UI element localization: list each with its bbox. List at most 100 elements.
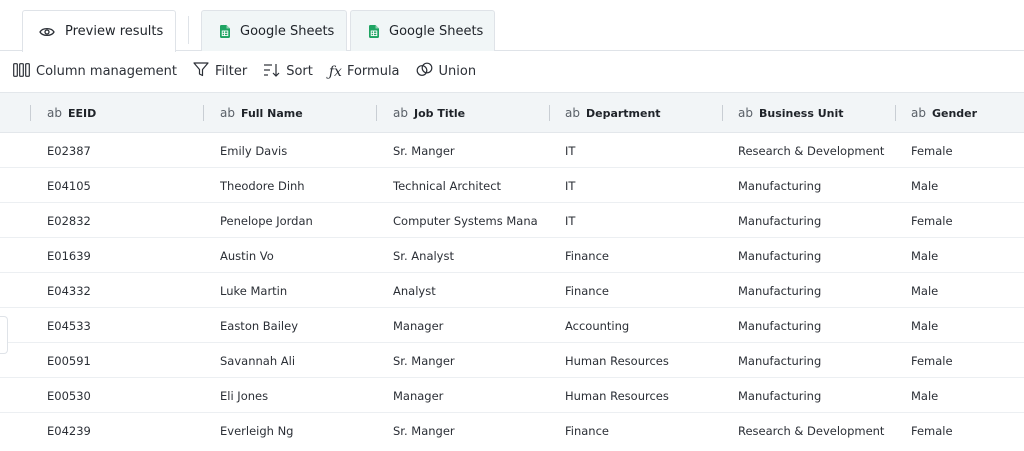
table-cell[interactable]: Emily Davis: [220, 133, 370, 168]
text-type-icon: ab: [393, 106, 408, 120]
google-sheets-icon: [369, 24, 379, 38]
table-cell[interactable]: Research & Development: [738, 413, 888, 448]
table-cell[interactable]: Manufacturing: [738, 308, 888, 343]
tab-preview-results[interactable]: Preview results: [22, 10, 176, 52]
table-cell[interactable]: Male: [911, 308, 1021, 343]
table-cell[interactable]: Sr. Manger: [393, 133, 538, 168]
table-cell[interactable]: Computer Systems Mana...: [393, 203, 538, 238]
toolbar: Column management Filter Sort ƒx Formula…: [0, 51, 1024, 92]
table-cell[interactable]: Male: [911, 238, 1021, 273]
filter-button[interactable]: Filter: [193, 62, 247, 81]
table-cell[interactable]: Finance: [565, 273, 715, 308]
table-cell[interactable]: Finance: [565, 238, 715, 273]
table-cell[interactable]: Technical Architect: [393, 168, 538, 203]
table-cell[interactable]: Austin Vo: [220, 238, 370, 273]
table-cell[interactable]: Female: [911, 203, 1021, 238]
column-management-label: Column management: [36, 64, 178, 79]
table-cell[interactable]: Sr. Manger: [393, 413, 538, 448]
sort-label: Sort: [286, 64, 313, 79]
table-cell[interactable]: Eli Jones: [220, 378, 370, 413]
table-cell[interactable]: Sr. Manger: [393, 343, 538, 378]
column-header-job-title[interactable]: ab Job Title: [393, 93, 538, 133]
table-cell[interactable]: Luke Martin: [220, 273, 370, 308]
column-separator[interactable]: [203, 105, 204, 121]
tab-label: Google Sheets: [389, 23, 484, 39]
column-separator: [30, 105, 31, 121]
column-separator[interactable]: [722, 105, 723, 121]
table-cell[interactable]: Research & Development: [738, 133, 888, 168]
column-header-label: Gender: [931, 106, 978, 120]
table-row: E04239 Everleigh Ng Sr. Manger Finance R…: [0, 413, 1024, 448]
column-header-eeid[interactable]: ab EEID: [47, 93, 197, 133]
table-cell[interactable]: Manager: [393, 308, 538, 343]
table-cell[interactable]: Sr. Analyst: [393, 238, 538, 273]
table-cell[interactable]: Theodore Dinh: [220, 168, 370, 203]
table-cell[interactable]: Finance: [565, 413, 715, 448]
union-button[interactable]: Union: [416, 62, 477, 81]
table-header: ab EEID ab Full Name ab Job Title ab Departm…: [0, 92, 1024, 133]
tab-google-sheets-2[interactable]: Google Sheets: [350, 10, 495, 51]
table-cell[interactable]: Female: [911, 413, 1021, 448]
table-cell[interactable]: E04239: [47, 413, 197, 448]
column-header-label: Full Name: [240, 106, 303, 120]
table-cell[interactable]: Female: [911, 133, 1021, 168]
table-cell[interactable]: IT: [565, 133, 715, 168]
table-cell[interactable]: Male: [911, 273, 1021, 308]
table-cell[interactable]: Male: [911, 378, 1021, 413]
formula-button[interactable]: ƒx Formula: [329, 64, 400, 80]
table-cell[interactable]: Manufacturing: [738, 203, 888, 238]
sort-button[interactable]: Sort: [263, 63, 313, 81]
column-header-label: Business Unit: [758, 106, 844, 120]
table-row: E02832 Penelope Jordan Computer Systems …: [0, 203, 1024, 238]
table-cell[interactable]: E00530: [47, 378, 197, 413]
table-cell[interactable]: E04332: [47, 273, 197, 308]
text-type-icon: ab: [738, 106, 753, 120]
table-cell[interactable]: Human Resources: [565, 343, 715, 378]
union-label: Union: [438, 64, 477, 79]
table-cell[interactable]: E00591: [47, 343, 197, 378]
column-management-button[interactable]: Column management: [13, 62, 178, 81]
table-cell[interactable]: Penelope Jordan: [220, 203, 370, 238]
column-header-department[interactable]: ab Department: [565, 93, 715, 133]
table-cell[interactable]: Easton Bailey: [220, 308, 370, 343]
columns-icon: [13, 62, 36, 81]
table-cell[interactable]: E04105: [47, 168, 197, 203]
tab-google-sheets-1[interactable]: Google Sheets: [201, 10, 347, 51]
column-header-label: Job Title: [413, 106, 466, 120]
table-cell[interactable]: E02832: [47, 203, 197, 238]
table-cell[interactable]: IT: [565, 203, 715, 238]
table-cell[interactable]: Manager: [393, 378, 538, 413]
table-cell[interactable]: Manufacturing: [738, 343, 888, 378]
filter-label: Filter: [215, 64, 248, 79]
union-icon: [416, 62, 439, 81]
column-header-label: Department: [585, 106, 661, 120]
table-cell[interactable]: Manufacturing: [738, 273, 888, 308]
column-header-full-name[interactable]: ab Full Name: [220, 93, 370, 133]
table-cell[interactable]: Everleigh Ng: [220, 413, 370, 448]
table-cell[interactable]: Manufacturing: [738, 238, 888, 273]
column-separator[interactable]: [895, 105, 896, 121]
table-row: E00591 Savannah Ali Sr. Manger Human Res…: [0, 343, 1024, 378]
side-panel-handle[interactable]: [0, 316, 8, 354]
column-separator[interactable]: [376, 105, 377, 121]
table-cell[interactable]: E04533: [47, 308, 197, 343]
text-type-icon: ab: [220, 106, 235, 120]
table-cell[interactable]: Human Resources: [565, 378, 715, 413]
table-cell[interactable]: Accounting: [565, 308, 715, 343]
table-cell[interactable]: Female: [911, 343, 1021, 378]
table-row: E04332 Luke Martin Analyst Finance Manuf…: [0, 273, 1024, 308]
table-cell[interactable]: E02387: [47, 133, 197, 168]
table-cell[interactable]: IT: [565, 168, 715, 203]
column-header-business-unit[interactable]: ab Business Unit: [738, 93, 888, 133]
table-cell[interactable]: Manufacturing: [738, 378, 888, 413]
table-cell[interactable]: Analyst: [393, 273, 538, 308]
data-grid: ab EEID ab Full Name ab Job Title ab Departm…: [0, 92, 1024, 451]
tab-label: Google Sheets: [240, 23, 335, 39]
table-row: E02387 Emily Davis Sr. Manger IT Researc…: [0, 133, 1024, 168]
table-cell[interactable]: Male: [911, 168, 1021, 203]
table-cell[interactable]: E01639: [47, 238, 197, 273]
column-header-gender[interactable]: ab Gender: [911, 93, 1021, 133]
table-cell[interactable]: Manufacturing: [738, 168, 888, 203]
table-cell[interactable]: Savannah Ali: [220, 343, 370, 378]
column-separator[interactable]: [549, 105, 550, 121]
